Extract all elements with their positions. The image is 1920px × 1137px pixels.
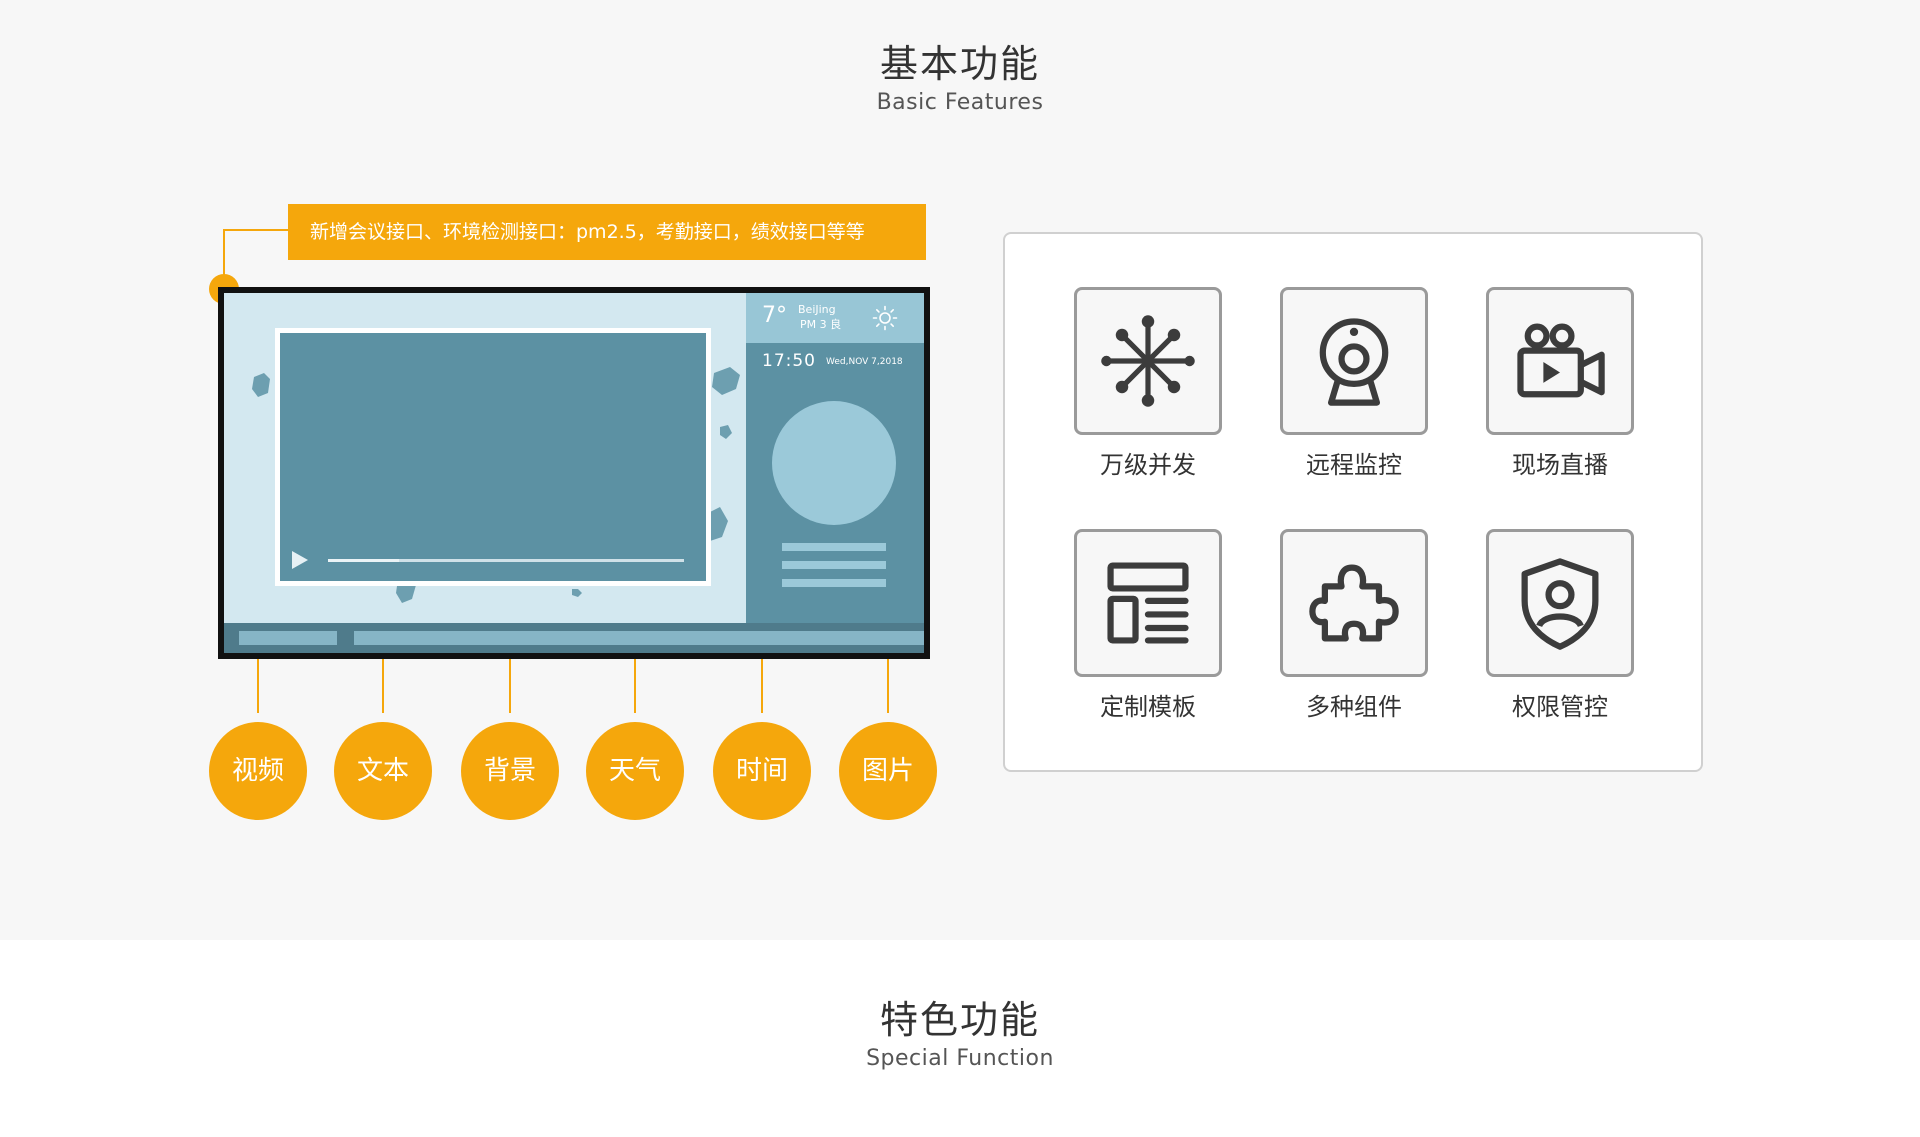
clock-date: Wed,NOV 7,2018 — [826, 357, 903, 367]
feature-remote-monitor: 远程监控 — [1264, 287, 1444, 481]
webcam-icon — [1319, 318, 1389, 406]
feature-tile — [1074, 287, 1222, 435]
feature-tile — [1074, 529, 1222, 677]
feature-live-broadcast: 现场直播 — [1470, 287, 1650, 481]
layout-template-icon — [1107, 562, 1189, 644]
video-progress-fill — [328, 559, 400, 562]
basic-title-en: Basic Features — [876, 90, 1044, 115]
text-line-placeholder — [782, 543, 886, 551]
interface-callout: 新增会议接口、环境检测接口：pm2.5，考勤接口，绩效接口等等 — [288, 204, 926, 260]
feature-permission-control: 权限管控 — [1470, 529, 1650, 723]
text-line-placeholder — [782, 561, 886, 569]
basic-title-cn: 基本功能 — [879, 42, 1040, 86]
temperature-value: 7° — [762, 303, 787, 328]
text-ticker-bar — [224, 623, 924, 653]
puzzle-icon — [1309, 564, 1399, 642]
feature-label: 定制模板 — [1100, 693, 1196, 721]
feature-tile — [1486, 287, 1634, 435]
feature-label: 现场直播 — [1512, 451, 1608, 479]
feature-tile — [1280, 287, 1428, 435]
feature-label: 多种组件 — [1306, 693, 1402, 721]
badge-video: 视频 — [209, 722, 307, 820]
shield-user-icon — [1521, 558, 1599, 650]
feature-label: 远程监控 — [1306, 451, 1402, 479]
video-progress-bar[interactable] — [328, 559, 684, 562]
info-side-panel: 7° BeiJing PM 3 良 17:50 Wed,NOV 7,2018 — [746, 293, 924, 623]
basic-features-heading: 基本功能 Basic Features — [0, 42, 1920, 118]
feature-components: 多种组件 — [1264, 529, 1444, 723]
video-player[interactable] — [275, 328, 711, 586]
network-node-icon — [1101, 315, 1195, 407]
feature-concurrency: 万级并发 — [1058, 287, 1238, 481]
feature-label: 万级并发 — [1100, 451, 1196, 479]
feature-label: 权限管控 — [1512, 693, 1608, 721]
badge-background: 背景 — [461, 722, 559, 820]
display-monitor: 7° BeiJing PM 3 良 17:50 Wed,NOV 7,2018 — [218, 287, 930, 659]
badge-text: 文本 — [334, 722, 432, 820]
weather-widget: 7° BeiJing PM 3 良 — [746, 293, 924, 343]
display-screen: 7° BeiJing PM 3 良 17:50 Wed,NOV 7,2018 — [224, 293, 924, 653]
play-icon[interactable] — [292, 551, 308, 569]
clock-time: 17:50 — [762, 351, 816, 371]
image-placeholder-circle — [772, 401, 896, 525]
badge-image: 图片 — [839, 722, 937, 820]
ticker-text-block — [354, 631, 924, 645]
ticker-label-block — [239, 631, 337, 645]
city-name: BeiJing — [798, 303, 836, 316]
air-quality-text: PM 3 良 — [800, 318, 842, 331]
feature-tile — [1486, 529, 1634, 677]
feature-grid-panel: 万级并发 远程监控 现场直播 定制模板 多种组件 权限管控 — [1003, 232, 1703, 772]
screen-diagram: 新增会议接口、环境检测接口：pm2.5，考勤接口，绩效接口等等 7° BeiJi… — [200, 195, 950, 835]
feature-tile — [1280, 529, 1428, 677]
badge-time: 时间 — [713, 722, 811, 820]
special-function-heading: 特色功能 Special Function — [0, 998, 1920, 1074]
sun-icon — [872, 305, 898, 331]
feature-custom-template: 定制模板 — [1058, 529, 1238, 723]
special-title-cn: 特色功能 — [879, 998, 1040, 1042]
text-line-placeholder — [782, 579, 886, 587]
badge-weather: 天气 — [586, 722, 684, 820]
video-camera-icon — [1517, 323, 1605, 398]
special-title-en: Special Function — [866, 1046, 1054, 1071]
